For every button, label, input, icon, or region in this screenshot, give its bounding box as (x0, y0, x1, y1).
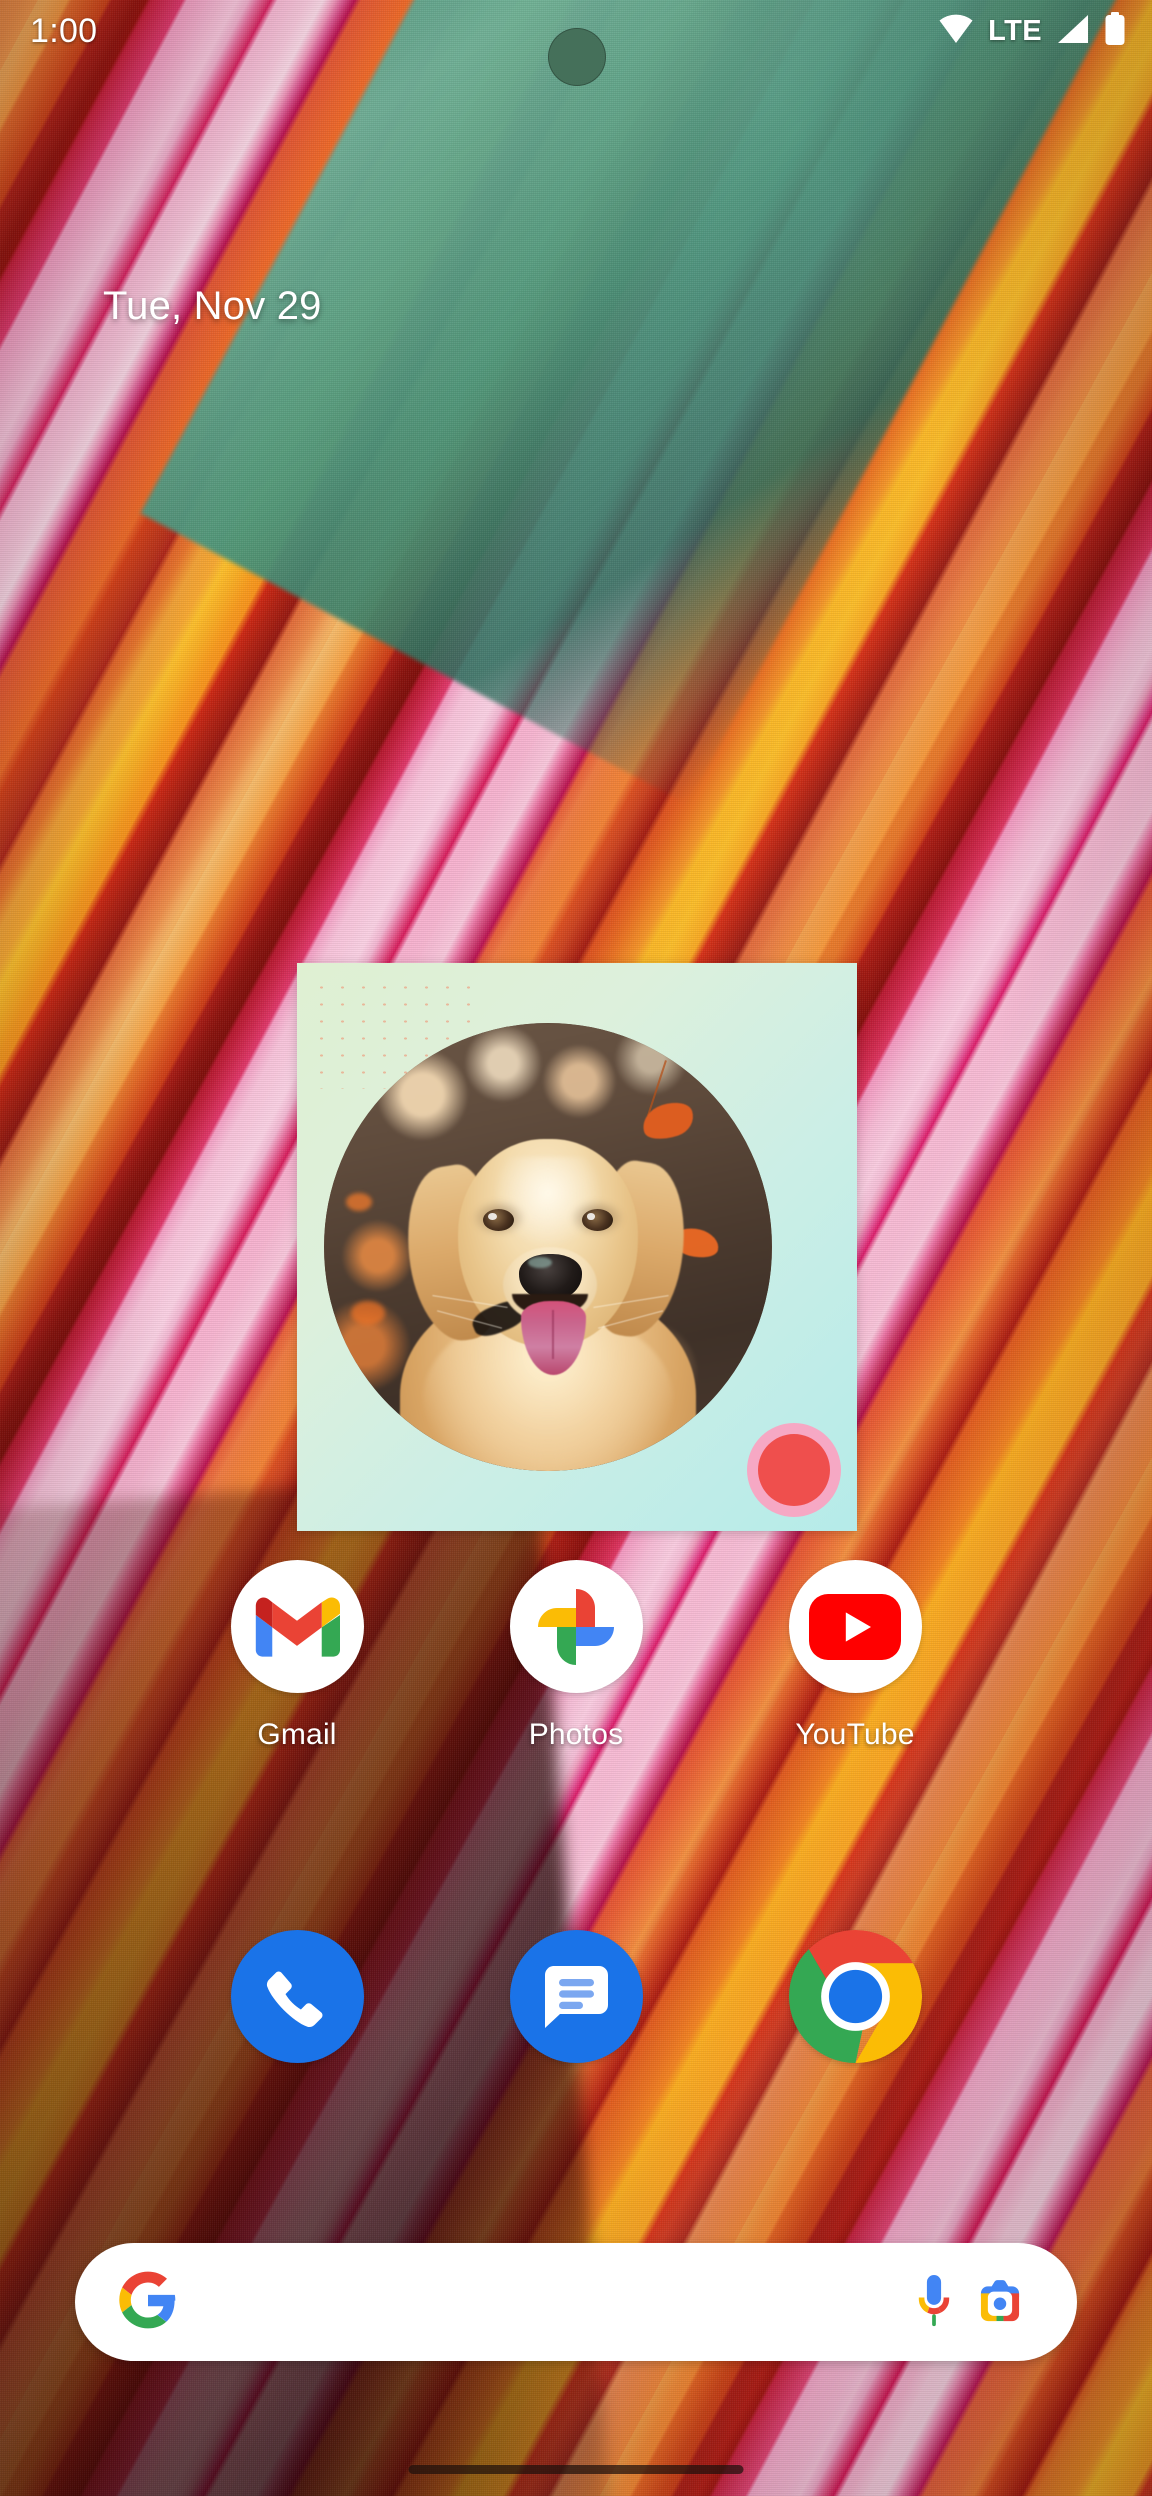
app-label-youtube: YouTube (795, 1718, 915, 1751)
dock (0, 1930, 1152, 2063)
google-g-icon (119, 2271, 177, 2334)
app-photos[interactable]: Photos (491, 1560, 661, 1752)
widget-badge[interactable] (747, 1423, 841, 1517)
google-lens-camera-icon[interactable] (967, 2269, 1033, 2335)
messages-icon[interactable] (509, 1930, 643, 2063)
app-label-gmail: Gmail (257, 1718, 337, 1751)
network-type-label: LTE (988, 14, 1042, 47)
golden-retriever (324, 1023, 772, 1471)
gmail-icon[interactable] (230, 1560, 364, 1693)
dog-photo (324, 1023, 772, 1471)
dog-eye-right (581, 1208, 613, 1232)
dog-tongue-crease (552, 1309, 554, 1359)
dog-eye-glint-left (487, 1212, 497, 1221)
app-grid-row: Gmail Photos YouTube (0, 1560, 1152, 1752)
date-widget[interactable]: Tue, Nov 29 (103, 284, 322, 329)
google-search-bar[interactable] (75, 2243, 1077, 2361)
front-camera-cutout (548, 28, 606, 86)
microphone-icon[interactable] (901, 2269, 967, 2335)
dock-item-phone[interactable] (212, 1930, 382, 2063)
search-input[interactable] (177, 2283, 901, 2321)
status-icon-group: LTE (939, 11, 1126, 51)
google-photos-icon[interactable] (509, 1560, 643, 1693)
app-youtube[interactable]: YouTube (770, 1560, 940, 1752)
dock-item-chrome[interactable] (770, 1930, 940, 2063)
dock-item-messages[interactable] (491, 1930, 661, 2063)
chrome-icon[interactable] (788, 1930, 922, 2063)
app-label-photos: Photos (528, 1718, 624, 1751)
app-gmail[interactable]: Gmail (212, 1560, 382, 1752)
youtube-icon[interactable] (788, 1560, 922, 1693)
status-clock: 1:00 (30, 12, 98, 50)
photo-frame-widget[interactable] (297, 963, 857, 1531)
cellular-signal-icon (1057, 14, 1089, 49)
home-gesture-pill[interactable] (408, 2465, 744, 2474)
phone-icon[interactable] (230, 1930, 364, 2063)
widget-badge-inner (758, 1434, 830, 1506)
wifi-icon (939, 14, 973, 49)
battery-icon (1104, 11, 1126, 51)
